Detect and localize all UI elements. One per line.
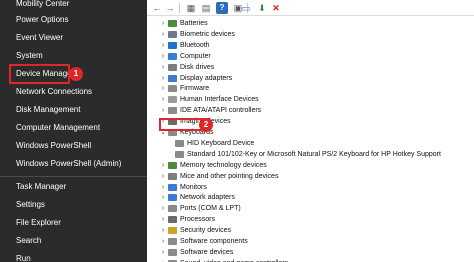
firmware-icon (168, 85, 177, 93)
tree-node-label: Memory technology devices (180, 161, 267, 169)
chevron-right-icon[interactable]: › (159, 29, 167, 40)
chevron-right-icon[interactable]: › (159, 258, 167, 262)
menu-item-power-options[interactable]: Power Options (16, 12, 68, 28)
chevron-right-icon[interactable]: › (159, 51, 167, 62)
chevron-right-icon[interactable]: › (159, 83, 167, 94)
tree-node-label: Monitors (180, 183, 207, 191)
chevron-right-icon[interactable]: › (159, 225, 167, 236)
device-manager-window: ← → ▦ ▤ ? ▣ ▭ ⬇ ✕ › Batteries › Biometric d… (147, 0, 474, 262)
help-icon[interactable]: ? (216, 2, 228, 14)
uninstall-device-icon[interactable]: ✕ (270, 2, 282, 14)
disable-device-icon[interactable]: ⬇ (256, 2, 268, 14)
show-hide-console-tree-icon[interactable]: ▦ (185, 2, 197, 14)
chevron-right-icon[interactable]: › (159, 182, 167, 193)
menu-item-settings[interactable]: Settings (16, 197, 45, 213)
tree-node-label: Standard 101/102-Key or Microsoft Natura… (187, 150, 441, 158)
processor-icon (168, 216, 177, 224)
biometric-icon (168, 30, 177, 38)
menu-item-system[interactable]: System (16, 48, 43, 64)
forward-arrow-icon[interactable]: → (164, 2, 176, 14)
keyboard-icon (175, 150, 184, 158)
toolbar-separator (179, 3, 180, 13)
monitor-icon (168, 183, 177, 191)
tree-node-label: Network adapters (180, 194, 235, 202)
chevron-right-icon[interactable]: › (159, 247, 167, 258)
winx-power-user-menu: Mobility Center Power Options Event View… (0, 0, 147, 262)
menu-item-event-viewer[interactable]: Event Viewer (16, 30, 63, 46)
menu-item-run[interactable]: Run (16, 251, 31, 262)
chevron-right-icon[interactable]: › (159, 105, 167, 116)
tree-node-label: Bluetooth (180, 41, 210, 49)
chevron-right-icon[interactable]: › (159, 171, 167, 182)
keyboard-icon (175, 139, 184, 147)
menu-item-windows-powershell[interactable]: Windows PowerShell (16, 138, 91, 154)
menu-separator (0, 176, 147, 177)
hid-icon (168, 96, 177, 104)
chevron-right-icon[interactable]: › (159, 18, 167, 29)
menu-item-disk-management[interactable]: Disk Management (16, 102, 80, 118)
tree-node-label: Mice and other pointing devices (180, 172, 279, 180)
mouse-icon (168, 172, 177, 180)
chevron-right-icon[interactable]: › (159, 94, 167, 105)
tree-node-label: HID Keyboard Device (187, 139, 255, 147)
step-badge-1: 1 (69, 67, 83, 81)
display-adapter-icon (168, 74, 177, 82)
menu-item-search[interactable]: Search (16, 233, 41, 249)
chevron-right-icon[interactable]: › (159, 192, 167, 203)
tree-node-label: Firmware (180, 85, 210, 93)
chevron-right-icon[interactable]: › (159, 236, 167, 247)
memory-icon (168, 161, 177, 169)
tree-node-label: Ports (COM & LPT) (180, 205, 241, 213)
tree-node-label: Software devices (180, 248, 234, 256)
battery-icon (168, 20, 177, 27)
bluetooth-icon (168, 41, 177, 49)
menu-item-network-connections[interactable]: Network Connections (16, 84, 92, 100)
chevron-right-icon[interactable]: › (159, 214, 167, 225)
menu-item-mobility-center[interactable]: Mobility Center (16, 0, 69, 12)
chevron-right-icon[interactable]: › (159, 62, 167, 73)
chevron-right-icon[interactable]: › (159, 40, 167, 51)
menu-item-windows-powershell-admin[interactable]: Windows PowerShell (Admin) (16, 156, 121, 172)
software-component-icon (168, 238, 177, 245)
tree-node-label: IDE ATA/ATAPI controllers (180, 107, 262, 115)
software-device-icon (168, 248, 177, 256)
tree-node-label: Sound, video and game controllers (180, 258, 288, 262)
tree-node-label: Batteries (180, 20, 208, 27)
step-badge-2: 2 (199, 118, 213, 132)
device-manager-toolbar: ← → ▦ ▤ ? ▣ ▭ ⬇ ✕ (147, 0, 474, 16)
disk-drive-icon (168, 63, 177, 71)
tree-node-label: Disk drives (180, 63, 215, 71)
tree-node-label: Human Interface Devices (180, 96, 259, 104)
tree-node-label: Processors (180, 216, 216, 224)
tree-node-label: Computer (180, 52, 211, 60)
computer-icon (168, 52, 177, 60)
port-icon (168, 205, 177, 213)
chevron-right-icon[interactable]: › (159, 203, 167, 214)
chevron-right-icon[interactable]: › (159, 73, 167, 84)
menu-item-task-manager[interactable]: Task Manager (16, 179, 66, 195)
tree-node-label: Security devices (180, 227, 231, 235)
menu-item-computer-management[interactable]: Computer Management (16, 120, 100, 136)
scan-hardware-changes-icon[interactable]: ▭ (240, 2, 252, 14)
security-device-icon (168, 227, 177, 235)
chevron-right-icon[interactable]: › (159, 160, 167, 171)
tree-node-label: Display adapters (180, 74, 233, 82)
tree-node-label: Biometric devices (180, 30, 235, 38)
device-manager-highlight-box (9, 64, 70, 84)
network-adapter-icon (168, 194, 177, 202)
menu-item-file-explorer[interactable]: File Explorer (16, 215, 61, 231)
ide-controller-icon (168, 107, 177, 115)
tree-node-label: Software components (180, 238, 248, 245)
back-arrow-icon[interactable]: ← (151, 2, 163, 14)
properties-icon[interactable]: ▤ (200, 2, 212, 14)
